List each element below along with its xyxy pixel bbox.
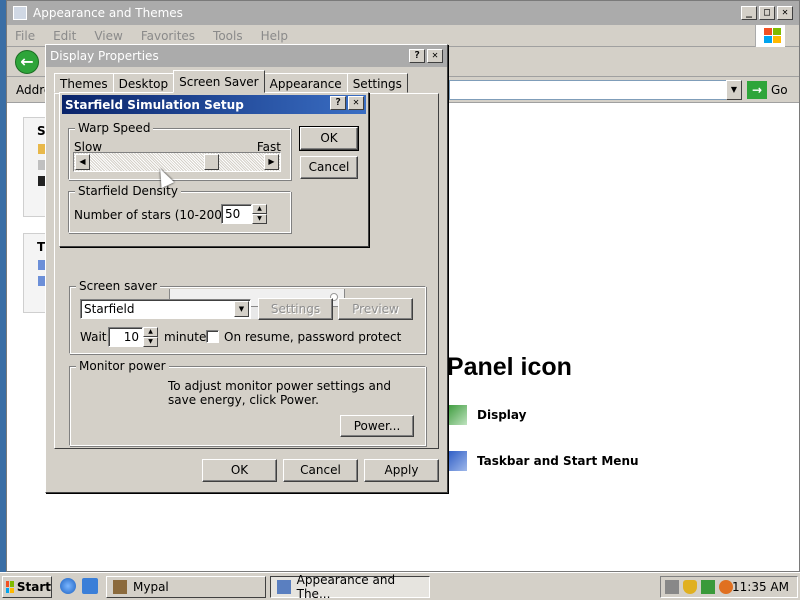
tab-desktop[interactable]: Desktop [112, 73, 175, 93]
screen-saver-select[interactable]: Starfield ▼ [80, 299, 251, 319]
screen-saver-group: Screen saver Starfield ▼ Settings Previe… [69, 279, 426, 354]
start-button[interactable]: Start [2, 576, 52, 598]
spin-down-icon[interactable]: ▼ [252, 214, 267, 224]
chevron-down-icon[interactable]: ▼ [726, 80, 742, 100]
ok-button[interactable]: OK [202, 459, 277, 482]
menu-file[interactable]: File [15, 29, 35, 43]
menu-help[interactable]: Help [261, 29, 288, 43]
starfield-title: Starfield Simulation Setup [65, 97, 244, 112]
warp-speed-label: Warp Speed [75, 121, 154, 135]
folder-icon [13, 6, 27, 20]
tab-themes[interactable]: Themes [54, 73, 114, 93]
monitor-power-group-label: Monitor power [76, 359, 169, 373]
close-button[interactable]: ✕ [348, 96, 364, 110]
screen-saver-group-label: Screen saver [76, 279, 161, 293]
task-appearance-themes[interactable]: Appearance and The... [270, 573, 430, 600]
monitor-power-description: To adjust monitor power settings and sav… [168, 379, 392, 407]
starfield-title-bar[interactable]: Starfield Simulation Setup ? ✕ [62, 95, 366, 114]
close-button[interactable]: ✕ [777, 6, 793, 20]
back-arrow-icon[interactable]: ← [15, 50, 39, 74]
start-label: Start [16, 580, 51, 594]
taskbar: Start Mypal Appearance and The... 11:35 … [0, 572, 800, 600]
task-mypal-label: Mypal [133, 580, 169, 594]
close-button[interactable]: ✕ [427, 49, 443, 63]
tab-appearance[interactable]: Appearance [263, 73, 348, 93]
display-properties-title-bar[interactable]: Display Properties ? ✕ [46, 45, 447, 67]
screen-saver-value: Starfield [84, 302, 135, 316]
show-desktop-icon[interactable] [82, 578, 98, 594]
warp-speed-slider[interactable]: ◀ ▶ [73, 152, 281, 172]
apply-button[interactable]: Apply [364, 459, 439, 482]
wait-input[interactable]: 10 [108, 327, 143, 347]
folder-icon [277, 580, 291, 594]
monitor-power-group: Monitor power To adjust monitor power se… [69, 359, 426, 446]
go-arrow-icon: → [747, 81, 767, 99]
windows-logo-icon [755, 25, 785, 47]
internet-explorer-icon[interactable] [60, 578, 76, 594]
windows-logo-icon [6, 581, 14, 593]
spin-down-icon[interactable]: ▼ [143, 337, 158, 347]
network-icon[interactable] [701, 580, 715, 594]
spin-up-icon[interactable]: ▲ [143, 327, 158, 337]
starfield-cancel-button[interactable]: Cancel [300, 156, 358, 179]
shield-icon[interactable] [683, 580, 697, 594]
maximize-button[interactable]: □ [759, 6, 775, 20]
slider-thumb[interactable] [204, 154, 219, 170]
menu-tools[interactable]: Tools [213, 29, 243, 43]
address-input[interactable] [449, 80, 727, 100]
tab-settings[interactable]: Settings [346, 73, 408, 93]
stars-count-label: Number of stars (10-200) [74, 208, 227, 222]
minimize-button[interactable]: _ [741, 6, 757, 20]
display-link[interactable]: Display [447, 405, 526, 425]
keyboard-icon[interactable] [665, 580, 679, 594]
go-label: Go [771, 83, 788, 97]
system-tray: 11:35 AM [660, 576, 798, 598]
explorer-title: Appearance and Themes [33, 6, 183, 20]
wait-label: Wait: [80, 330, 111, 344]
tab-strip: Themes Desktop Screen Saver Appearance S… [54, 70, 408, 93]
starfield-ok-button[interactable]: OK [299, 126, 359, 151]
clock: 11:35 AM [732, 580, 789, 594]
display-icon [447, 405, 467, 425]
starfield-setup-dialog: Starfield Simulation Setup ? ✕ Warp Spee… [59, 92, 369, 247]
slider-left-arrow-icon[interactable]: ◀ [75, 154, 90, 170]
power-button[interactable]: Power... [340, 415, 414, 437]
taskbar-start-menu-link[interactable]: Taskbar and Start Menu [447, 451, 639, 471]
preview-button[interactable]: Preview [338, 298, 413, 320]
menu-edit[interactable]: Edit [53, 29, 76, 43]
settings-button[interactable]: Settings [258, 298, 333, 320]
page-heading: l Panel icon [433, 353, 572, 381]
tab-screen-saver[interactable]: Screen Saver [173, 70, 265, 93]
explorer-title-bar[interactable]: Appearance and Themes _ □ ✕ [7, 1, 799, 25]
task-mypal[interactable]: Mypal [106, 576, 266, 598]
stars-input[interactable]: 50 [221, 204, 252, 224]
help-button[interactable]: ? [330, 96, 346, 110]
menu-view[interactable]: View [94, 29, 122, 43]
password-protect-label: On resume, password protect [224, 330, 402, 344]
cancel-button[interactable]: Cancel [283, 459, 358, 482]
taskbar-icon [447, 451, 467, 471]
chevron-down-icon[interactable]: ▼ [234, 301, 249, 317]
stars-stepper[interactable]: 50 ▲ ▼ [221, 204, 267, 224]
display-properties-title: Display Properties [50, 49, 159, 63]
help-button[interactable]: ? [409, 49, 425, 63]
go-button[interactable]: → Go [747, 80, 788, 100]
display-link-label: Display [477, 408, 527, 422]
spin-up-icon[interactable]: ▲ [252, 204, 267, 214]
slider-right-arrow-icon[interactable]: ▶ [264, 154, 279, 170]
search-icon[interactable] [719, 580, 733, 594]
mypal-icon [113, 580, 127, 594]
task-appearance-label: Appearance and The... [296, 573, 396, 600]
menu-favorites[interactable]: Favorites [141, 29, 195, 43]
starfield-density-group: Starfield Density Number of stars (10-20… [68, 184, 291, 233]
password-protect-checkbox[interactable] [206, 330, 219, 343]
wait-stepper[interactable]: 10 ▲ ▼ [108, 327, 158, 347]
taskbar-link-label: Taskbar and Start Menu [477, 454, 639, 468]
